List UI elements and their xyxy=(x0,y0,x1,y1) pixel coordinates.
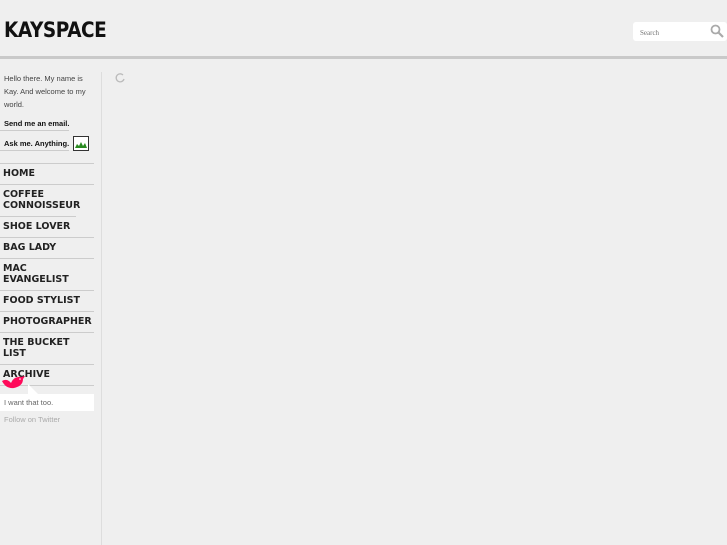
nav-photographer[interactable]: PHOTOGRAPHER xyxy=(0,312,94,333)
sidebar: Hello there. My name is Kay. And welcome… xyxy=(0,72,94,386)
ask-image-icon[interactable] xyxy=(73,136,89,151)
search-icon[interactable] xyxy=(710,24,724,38)
sidebar-divider xyxy=(101,72,102,545)
nav-mac-evangelist[interactable]: MAC EVANGELIST xyxy=(0,259,94,291)
follow-twitter-link[interactable]: Follow on Twitter xyxy=(4,415,60,424)
site-logo[interactable]: KAYSPACE xyxy=(4,18,107,42)
loading-spinner-icon xyxy=(115,73,125,83)
ask-link[interactable]: Ask me. Anything. xyxy=(0,139,70,151)
intro-text: Hello there. My name is Kay. And welcome… xyxy=(4,74,86,109)
nav-coffee-connoisseur[interactable]: COFFEE CONNOISSEUR xyxy=(0,185,80,217)
search-box[interactable] xyxy=(633,22,727,41)
email-link[interactable]: Send me an email. xyxy=(0,119,70,131)
nav-bucket-list[interactable]: THE BUCKET LIST xyxy=(0,333,94,365)
nav-home[interactable]: HOME xyxy=(0,164,94,185)
latest-tweet: I want that too. xyxy=(0,384,94,411)
twitter-bird-icon xyxy=(2,376,25,389)
main-nav: HOME COFFEE CONNOISSEUR SHOE LOVER BAG L… xyxy=(0,163,94,386)
nav-shoe-lover[interactable]: SHOE LOVER xyxy=(0,217,94,238)
nav-food-stylist[interactable]: FOOD STYLIST xyxy=(0,291,94,312)
header-divider xyxy=(0,56,727,59)
search-input[interactable] xyxy=(638,28,712,38)
nav-bag-lady[interactable]: BAG LADY xyxy=(0,238,94,259)
